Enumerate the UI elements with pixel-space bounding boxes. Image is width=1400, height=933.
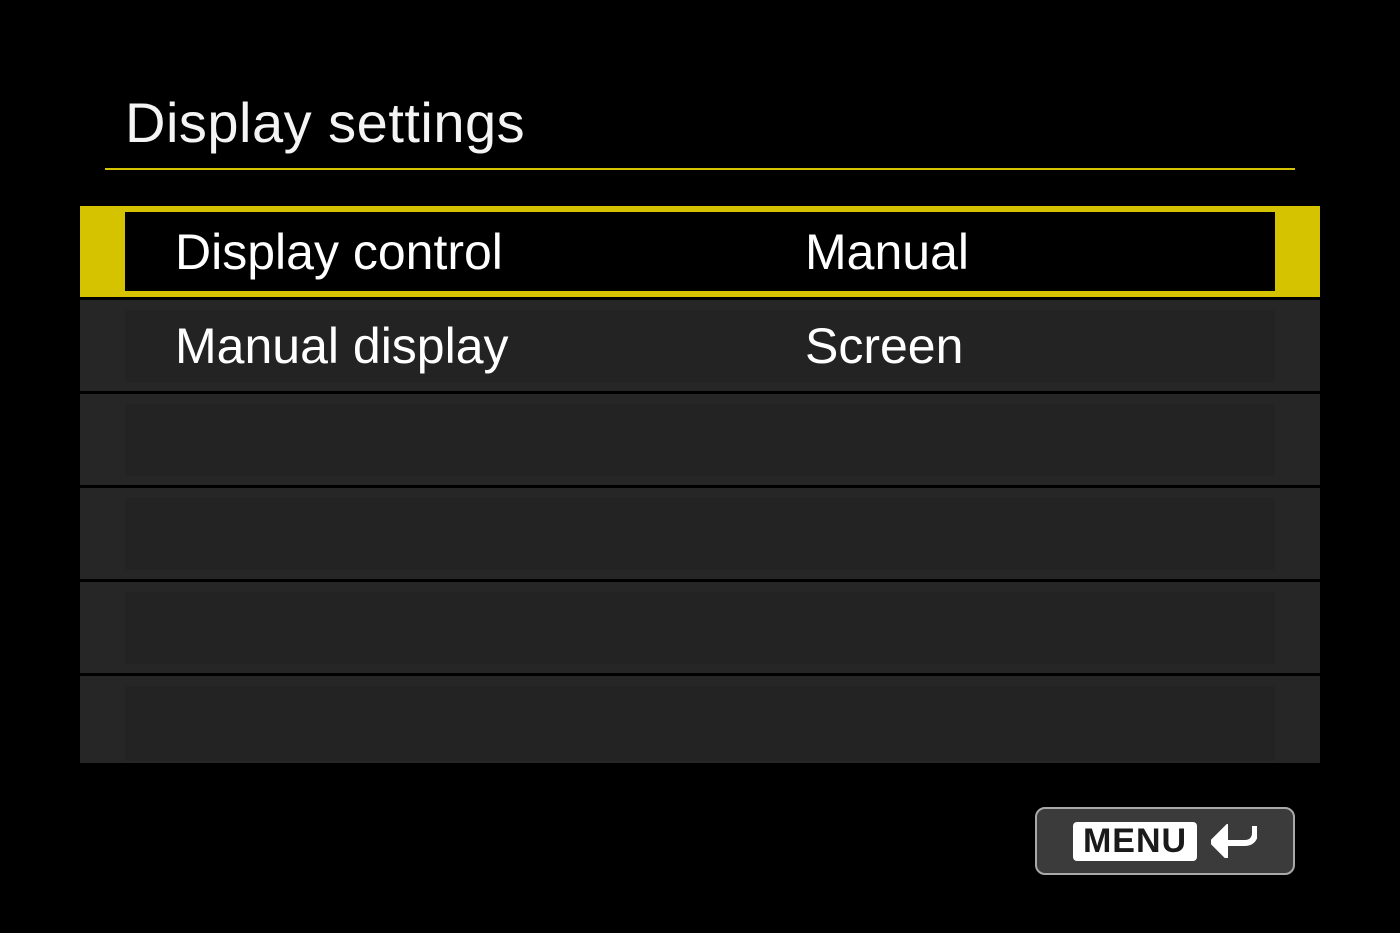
row-empty-2[interactable] [80,488,1320,582]
row-inner [125,686,1275,761]
row-empty-1[interactable] [80,394,1320,488]
page-title: Display settings [125,90,1275,169]
row-display-control[interactable]: Display control Manual [80,206,1320,300]
row-value: Manual [805,223,969,281]
row-empty-3[interactable] [80,582,1320,676]
row-empty-4[interactable] [80,676,1320,770]
row-value: Screen [805,317,963,375]
screen: Display settings Display control Manual … [0,0,1400,933]
row-manual-display[interactable]: Manual display Screen [80,300,1320,394]
row-inner [125,592,1275,664]
return-icon [1211,824,1257,858]
row-inner [125,498,1275,570]
header: Display settings [125,90,1275,169]
row-inner: Manual display Screen [125,310,1275,382]
row-inner: Display control Manual [125,212,1275,291]
settings-list: Display control Manual Manual display Sc… [80,206,1320,763]
row-label: Display control [175,223,503,281]
menu-back-button[interactable]: MENU [1035,807,1295,875]
menu-button-label: MENU [1073,822,1197,861]
header-divider [105,168,1295,170]
row-label: Manual display [175,317,509,375]
row-inner [125,404,1275,476]
